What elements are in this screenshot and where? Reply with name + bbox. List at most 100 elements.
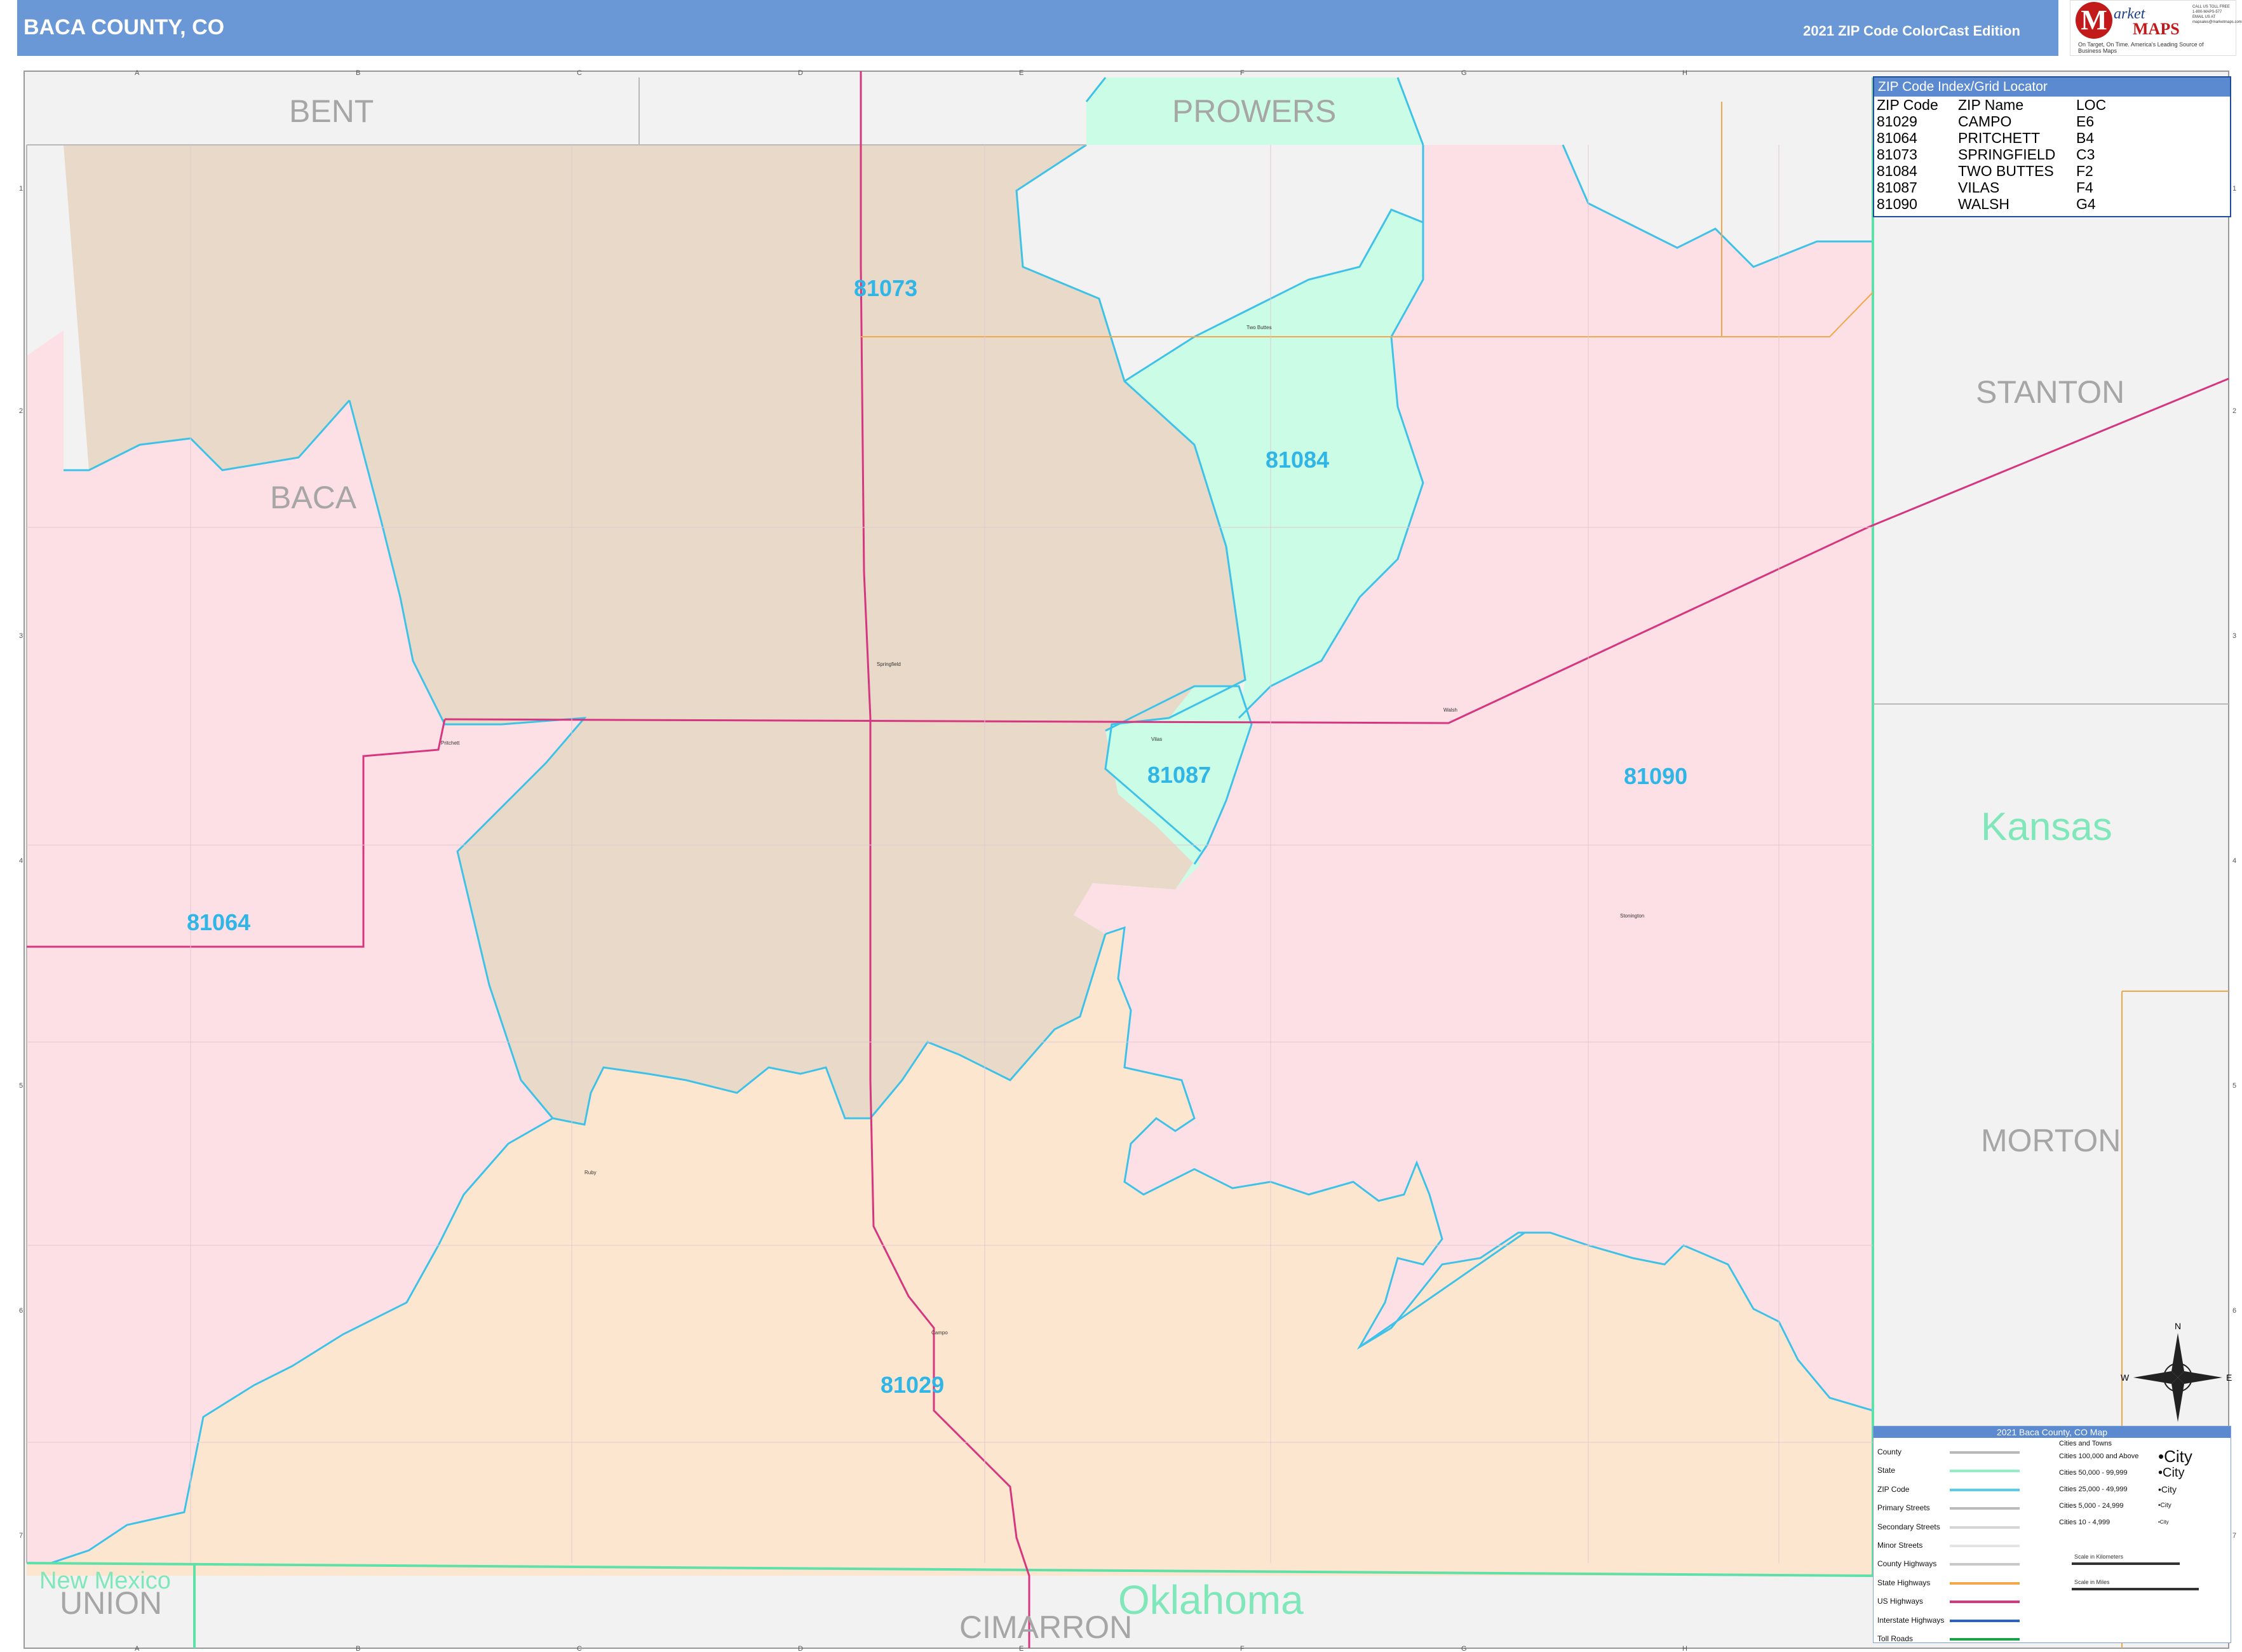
zip-label-81073: 81073: [854, 275, 917, 301]
legend-item: Primary Streets: [1877, 1503, 1930, 1513]
zip-index-cell: WALSH: [1958, 196, 2009, 212]
grid-row-2-right: 2: [2232, 407, 2236, 415]
legend-item: US Highways: [1877, 1597, 1924, 1606]
grid-col-c-bottom: C: [577, 1645, 582, 1652]
legend-swatch: [1950, 1592, 2020, 1611]
zip-index-cell: CAMPO: [1958, 113, 2012, 130]
legend-swatch: [1950, 1630, 2020, 1648]
grid-row-3-right: 3: [2232, 632, 2236, 640]
grid-row-5: 5: [19, 1082, 23, 1090]
grid-col-b: B: [356, 69, 360, 77]
grid-row-5-right: 5: [2232, 1082, 2236, 1090]
grid-col-c: C: [577, 69, 582, 77]
zip-index-panel: ZIP Code Index/Grid Locator ZIP Code ZIP…: [1873, 76, 2231, 217]
legend-item: State: [1877, 1466, 1896, 1475]
zip-index-cell: 81064: [1877, 130, 1917, 146]
grid-row-4: 4: [19, 857, 23, 865]
zip-index-cell: 81029: [1877, 113, 1917, 130]
zip-index-cell: 81073: [1877, 146, 1917, 163]
zip-index-cell: F2: [2076, 163, 2093, 179]
grid-row-3: 3: [19, 632, 23, 640]
zip-index-col-loc: LOC: [2076, 97, 2107, 113]
zip-label-81064: 81064: [187, 909, 250, 935]
legend-city-sample: •City: [2158, 1466, 2185, 1480]
legend-item: Secondary Streets: [1877, 1522, 1940, 1531]
grid-col-e: E: [1019, 69, 1023, 77]
zip-index-cell: F4: [2076, 179, 2093, 196]
legend-city-sample: •City: [2158, 1502, 2171, 1509]
legend-city-sample: •City: [2158, 1447, 2192, 1466]
grid-col-f: F: [1240, 69, 1245, 77]
grid-col-e-bottom: E: [1019, 1645, 1023, 1652]
legend-city-ranges: Cities and Towns Cities 100,000 and Abov…: [2059, 1439, 2138, 1531]
county-label-morton: MORTON: [1981, 1123, 2121, 1158]
legend-scale-km: Scale in Kilometers: [2074, 1554, 2124, 1560]
legend-swatch: [1950, 1443, 2020, 1461]
zip-label-81029: 81029: [881, 1372, 944, 1398]
grid-row-2: 2: [19, 407, 23, 415]
legend-swatch: [1950, 1518, 2020, 1536]
legend-swatch: [1950, 1574, 2020, 1592]
grid-row-7: 7: [19, 1532, 23, 1540]
grid-row-4-right: 4: [2232, 857, 2236, 865]
legend-scale-km-bar: [2072, 1562, 2180, 1565]
zip-index-cell: G4: [2076, 196, 2096, 212]
grid-col-h: H: [1682, 69, 1687, 77]
legend-swatch: [1950, 1536, 2020, 1555]
compass-w: W: [2121, 1372, 2130, 1383]
city-label-two-buttes: Two Buttes: [1246, 325, 1272, 330]
zip-index-cell: E6: [2076, 113, 2095, 130]
zip-index-cell: SPRINGFIELD: [1958, 146, 2056, 163]
zip-index-title: ZIP Code Index/Grid Locator: [1874, 78, 2230, 97]
legend-city-range: Cities 10 - 4,999: [2059, 1519, 2110, 1526]
legend-swatch: [1950, 1480, 2020, 1499]
legend-item: Minor Streets: [1877, 1541, 1923, 1550]
city-label-campo: Campo: [931, 1330, 948, 1336]
grid-col-f-bottom: F: [1240, 1645, 1245, 1652]
zip-index-col-name: ZIP Name: [1958, 97, 2024, 113]
map-legend: 2021 Baca County, CO Map County State ZI…: [1873, 1426, 2231, 1643]
county-label-cimarron: CIMARRON: [959, 1609, 1132, 1645]
zip-index-row: 81029 CAMPO E6: [1874, 113, 2230, 130]
legend-swatch: [1950, 1461, 2020, 1480]
zip-index-cell: B4: [2076, 130, 2095, 146]
county-label-stanton: STANTON: [1976, 374, 2124, 410]
grid-row-1: 1: [19, 185, 23, 193]
city-label-walsh: Walsh: [1443, 707, 1457, 713]
grid-row-7-right: 7: [2232, 1532, 2236, 1540]
county-map: A B C D E F G H A B C D E F G H 1 2 3 4 …: [19, 69, 2236, 1652]
state-label-kansas: Kansas: [1981, 805, 2112, 849]
grid-row-6-right: 6: [2232, 1307, 2236, 1315]
legend-swatches: [1950, 1443, 2020, 1648]
grid-row-6: 6: [19, 1307, 23, 1315]
legend-city-samples: •City •City •City •City •City: [2158, 1439, 2192, 1531]
legend-city-range: Cities 100,000 and Above: [2059, 1452, 2139, 1460]
grid-row-1-right: 1: [2232, 185, 2236, 193]
grid-col-d-bottom: D: [798, 1645, 803, 1652]
grid-col-a: A: [135, 69, 140, 77]
legend-swatch: [1950, 1555, 2020, 1573]
city-label-ruby: Ruby: [584, 1170, 597, 1175]
zip-index-cell: C3: [2076, 146, 2095, 163]
grid-col-a-bottom: A: [135, 1645, 140, 1652]
zip-index-row: 81090 WALSH G4: [1874, 196, 2230, 212]
zip-index-cell: 81090: [1877, 196, 1917, 212]
legend-city-range: Cities 50,000 - 99,999: [2059, 1469, 2128, 1477]
zip-index-row: 81084 TWO BUTTES F2: [1874, 163, 2230, 179]
grid-col-g: G: [1461, 69, 1467, 77]
legend-cities-title: Cities and Towns: [2059, 1440, 2112, 1447]
grid-col-g-bottom: G: [1461, 1645, 1467, 1652]
grid-col-h-bottom: H: [1682, 1645, 1687, 1652]
legend-labels: County State ZIP Code Primary Streets Se…: [1877, 1443, 1944, 1648]
zip-index-cell: TWO BUTTES: [1958, 163, 2054, 179]
compass-n: N: [2175, 1321, 2181, 1331]
legend-item: County Highways: [1877, 1559, 1937, 1569]
city-label-springfield: Springfield: [877, 661, 901, 667]
city-label-pritchett: Pritchett: [441, 740, 460, 746]
legend-title: 2021 Baca County, CO Map: [1874, 1426, 2231, 1438]
legend-item: State Highways: [1877, 1578, 1931, 1587]
legend-item: Interstate Highways: [1877, 1615, 1945, 1625]
grid-col-d: D: [798, 69, 803, 77]
zip-label-81090: 81090: [1624, 763, 1687, 789]
city-label-stonington: Stonington: [1620, 913, 1644, 919]
